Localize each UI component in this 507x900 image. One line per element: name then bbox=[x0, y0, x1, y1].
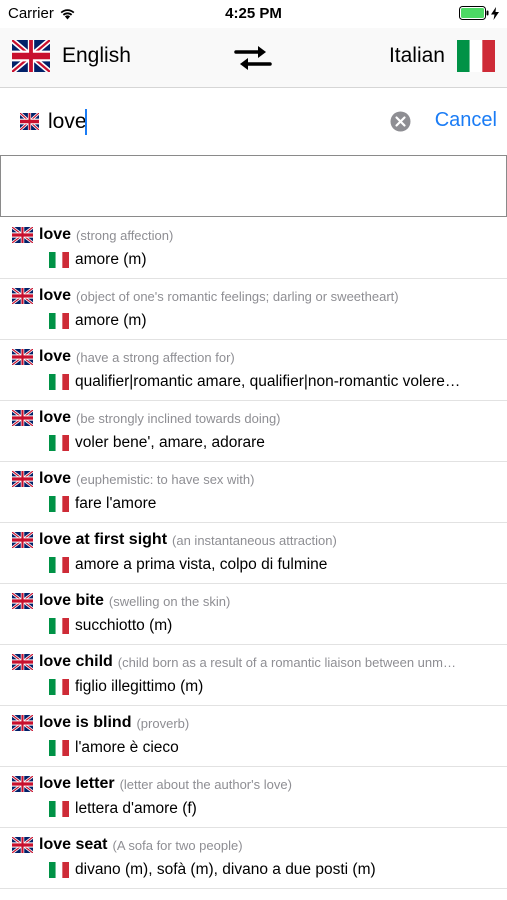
uk-flag-icon bbox=[12, 532, 33, 548]
result-term: love at first sight bbox=[39, 531, 168, 548]
text-cursor bbox=[85, 109, 87, 135]
results-list: love (strong affection) amore (m) love (… bbox=[0, 218, 507, 889]
result-term: love is blind bbox=[39, 714, 132, 731]
status-bar: Carrier 4:25 PM bbox=[0, 0, 507, 28]
italy-flag-icon bbox=[49, 252, 69, 268]
result-term: love bbox=[39, 470, 72, 487]
result-row-9[interactable]: love letter (letter about the author's l… bbox=[0, 767, 507, 828]
source-language-selector[interactable]: English bbox=[12, 40, 131, 72]
result-description: (proverb) bbox=[136, 715, 190, 731]
italy-flag-icon bbox=[49, 496, 69, 512]
language-header: English Italian bbox=[0, 28, 507, 88]
result-translation: amore a prima vista, colpo di fulmine bbox=[75, 556, 328, 573]
result-translation: voler bene', amare, adorare bbox=[75, 434, 265, 451]
battery-icon bbox=[459, 6, 489, 20]
result-row-10[interactable]: love seat (A sofa for two people) divano… bbox=[0, 828, 507, 889]
italy-flag-icon bbox=[49, 313, 69, 329]
result-term: love bbox=[39, 348, 72, 365]
result-translation: divano (m), sofà (m), divano a due posti… bbox=[75, 861, 376, 878]
result-term: love bite bbox=[39, 592, 104, 609]
uk-flag-icon bbox=[12, 776, 33, 792]
result-translation: amore (m) bbox=[75, 312, 147, 329]
result-description: (have a strong affection for) bbox=[76, 349, 235, 365]
ad-banner-placeholder bbox=[0, 155, 507, 217]
target-language-selector[interactable]: Italian bbox=[389, 40, 495, 72]
uk-flag-icon bbox=[12, 593, 33, 609]
result-description: (A sofa for two people) bbox=[112, 837, 243, 853]
italy-flag-icon bbox=[49, 679, 69, 695]
italy-flag-icon bbox=[49, 557, 69, 573]
search-input[interactable] bbox=[48, 107, 378, 137]
italy-flag-icon bbox=[49, 740, 69, 756]
result-translation: amore (m) bbox=[75, 251, 147, 268]
italy-flag-icon bbox=[49, 374, 69, 390]
uk-flag-icon bbox=[12, 349, 33, 365]
result-description: (swelling on the skin) bbox=[108, 593, 231, 609]
result-row-0[interactable]: love (strong affection) amore (m) bbox=[0, 218, 507, 279]
uk-flag-icon bbox=[12, 288, 33, 304]
result-row-7[interactable]: love child (child born as a result of a … bbox=[0, 645, 507, 706]
uk-flag-icon bbox=[12, 715, 33, 731]
swap-languages-icon[interactable] bbox=[234, 44, 272, 72]
result-description: (euphemistic: to have sex with) bbox=[76, 471, 255, 487]
result-row-6[interactable]: love bite (swelling on the skin) succhio… bbox=[0, 584, 507, 645]
result-translation: fare l'amore bbox=[75, 495, 157, 512]
italy-flag-icon bbox=[49, 801, 69, 817]
result-term: love child bbox=[39, 653, 113, 670]
result-description: (letter about the author's love) bbox=[119, 776, 292, 792]
uk-flag-icon bbox=[12, 837, 33, 853]
result-translation: lettera d'amore (f) bbox=[75, 800, 197, 817]
uk-flag-icon bbox=[12, 410, 33, 426]
result-description: (child born as a result of a romantic li… bbox=[117, 654, 456, 670]
clear-search-icon[interactable] bbox=[390, 111, 411, 132]
result-term: love seat bbox=[39, 836, 108, 853]
target-language-label: Italian bbox=[388, 44, 445, 67]
result-description: (object of one's romantic feelings; darl… bbox=[76, 288, 399, 304]
result-description: (an instantaneous attraction) bbox=[172, 532, 337, 548]
search-bar: Cancel bbox=[0, 89, 507, 155]
uk-flag-icon bbox=[12, 471, 33, 487]
charging-bolt-icon bbox=[491, 6, 499, 20]
result-row-5[interactable]: love at first sight (an instantaneous at… bbox=[0, 523, 507, 584]
result-translation: figlio illegittimo (m) bbox=[75, 678, 204, 695]
result-row-3[interactable]: love (be strongly inclined towards doing… bbox=[0, 401, 507, 462]
result-translation: l'amore è cieco bbox=[75, 739, 179, 756]
cancel-button[interactable]: Cancel bbox=[435, 109, 497, 132]
result-term: love bbox=[39, 287, 72, 304]
italy-flag-icon bbox=[49, 862, 69, 878]
result-term: love bbox=[39, 226, 72, 243]
result-term: love letter bbox=[39, 775, 115, 792]
source-language-label: English bbox=[62, 44, 131, 67]
italy-flag-icon bbox=[49, 618, 69, 634]
result-row-8[interactable]: love is blind (proverb) l'amore è cieco bbox=[0, 706, 507, 767]
uk-flag-icon bbox=[20, 113, 39, 130]
result-description: (strong affection) bbox=[76, 227, 174, 243]
uk-flag-icon bbox=[12, 40, 50, 72]
result-translation: succhiotto (m) bbox=[75, 617, 173, 634]
result-translation: qualifier|romantic amare, qualifier|non-… bbox=[75, 373, 461, 390]
uk-flag-icon bbox=[12, 654, 33, 670]
battery-indicator bbox=[459, 6, 499, 20]
result-term: love bbox=[39, 409, 72, 426]
result-description: (be strongly inclined towards doing) bbox=[76, 410, 281, 426]
result-row-1[interactable]: love (object of one's romantic feelings;… bbox=[0, 279, 507, 340]
uk-flag-icon bbox=[12, 227, 33, 243]
result-row-2[interactable]: love (have a strong affection for) quali… bbox=[0, 340, 507, 401]
italy-flag-icon bbox=[49, 435, 69, 451]
clock: 4:25 PM bbox=[225, 5, 282, 22]
result-row-4[interactable]: love (euphemistic: to have sex with) far… bbox=[0, 462, 507, 523]
italy-flag-icon bbox=[457, 40, 495, 72]
